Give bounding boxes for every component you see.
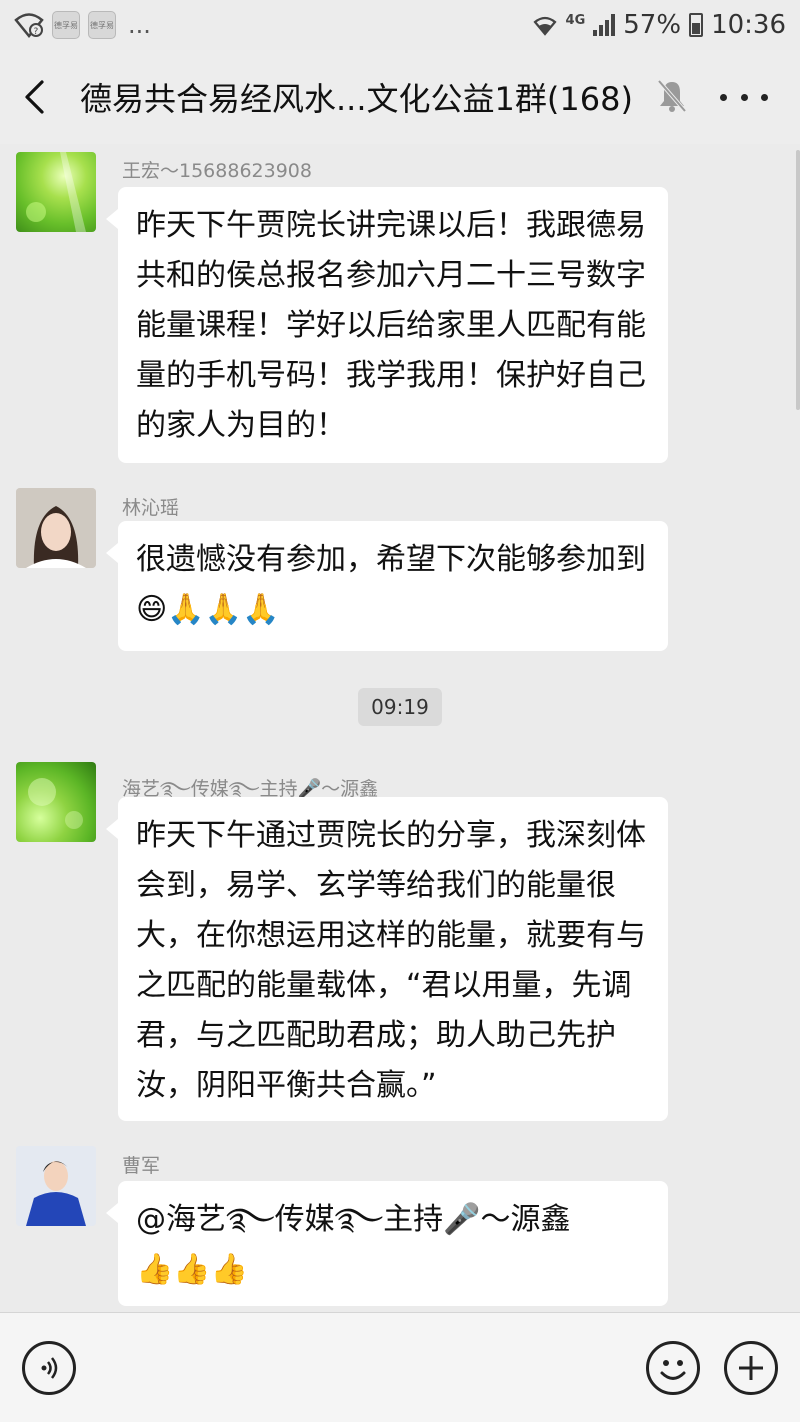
sender-name: 王宏～15688623908 <box>122 160 312 182</box>
message-bubble[interactable]: 昨天下午贾院长讲完课以后！我跟德易共和的侯总报名参加六月二十三号数字能量课程！学… <box>106 187 668 463</box>
emoji-button[interactable] <box>646 1341 700 1395</box>
emoji-sequence: 👍👍👍 <box>136 1252 249 1287</box>
avatar-image <box>16 488 96 568</box>
message-input[interactable] <box>96 1333 626 1403</box>
emoji-icon <box>660 1360 686 1380</box>
back-arrow-icon <box>25 80 44 114</box>
message-bubble[interactable]: 很遗憾没有参加，希望下次能够参加到 😄🙏🙏🙏 <box>106 521 668 651</box>
sender-name: 林沁瑶 <box>122 497 180 519</box>
scrollbar[interactable] <box>796 150 800 410</box>
message-text: 很遗憾没有参加，希望下次能够参加到 <box>136 542 646 577</box>
avatar[interactable] <box>16 488 96 568</box>
chat-header: 德易共合易经风水...文化公益1群(168) <box>0 50 800 144</box>
battery-icon <box>689 13 704 37</box>
emoji-sequence: 😄🙏🙏🙏 <box>136 592 280 627</box>
status-left: ? 德孚易 德孚易 ... <box>14 11 151 39</box>
avatar-image <box>26 152 86 232</box>
back-button[interactable] <box>0 50 70 144</box>
status-right: 4G 57% 10:36 <box>532 10 786 40</box>
chat-title: 德易共合易经风水...文化公益1群(168) <box>80 80 633 118</box>
network-type: 4G <box>565 12 586 28</box>
avatar[interactable] <box>16 762 96 842</box>
message-bubble[interactable]: 昨天下午通过贾院长的分享，我深刻体会到，易学、玄学等给我们的能量很大，在你想运用… <box>106 797 668 1121</box>
app-notification-icon: 德孚易 <box>52 11 80 39</box>
mute-bell-icon <box>657 79 687 113</box>
message-bubble[interactable]: @海艺࿐传媒࿐主持🎤～源鑫 👍👍👍 <box>106 1181 668 1306</box>
message-text: 昨天下午贾院长讲完课以后！我跟德易共和的侯总报名参加六月二十三号数字能量课程！学… <box>136 208 646 443</box>
avatar[interactable] <box>16 1146 96 1226</box>
sender-name: 曹军 <box>122 1155 161 1177</box>
plus-icon <box>739 1356 763 1380</box>
plus-button[interactable] <box>724 1341 778 1395</box>
message-text: 昨天下午通过贾院长的分享，我深刻体会到，易学、玄学等给我们的能量很大，在你想运用… <box>136 818 646 1103</box>
avatar[interactable] <box>16 152 96 232</box>
more-notifications-icon: ... <box>128 11 151 39</box>
app-notification-icon: 德孚易 <box>88 11 116 39</box>
svg-text:?: ? <box>34 27 39 37</box>
input-bar <box>0 1312 800 1422</box>
battery-percent: 57% <box>623 10 682 40</box>
more-button[interactable] <box>720 80 768 114</box>
voice-icon <box>41 1357 58 1379</box>
status-bar: ? 德孚易 德孚易 ... 4G 57% 10:36 <box>0 0 800 50</box>
mention-text[interactable]: @海艺࿐传媒࿐主持🎤～源鑫 <box>136 1202 571 1237</box>
signal-icon <box>593 14 616 36</box>
wifi-warning-icon: ? <box>14 13 44 38</box>
more-icon <box>720 93 727 101</box>
wifi-icon <box>532 16 557 36</box>
time-divider: 09:19 <box>358 688 442 726</box>
avatar-image <box>28 778 83 829</box>
voice-button[interactable] <box>22 1341 76 1395</box>
avatar-image <box>16 1146 96 1226</box>
clock: 10:36 <box>711 10 786 40</box>
